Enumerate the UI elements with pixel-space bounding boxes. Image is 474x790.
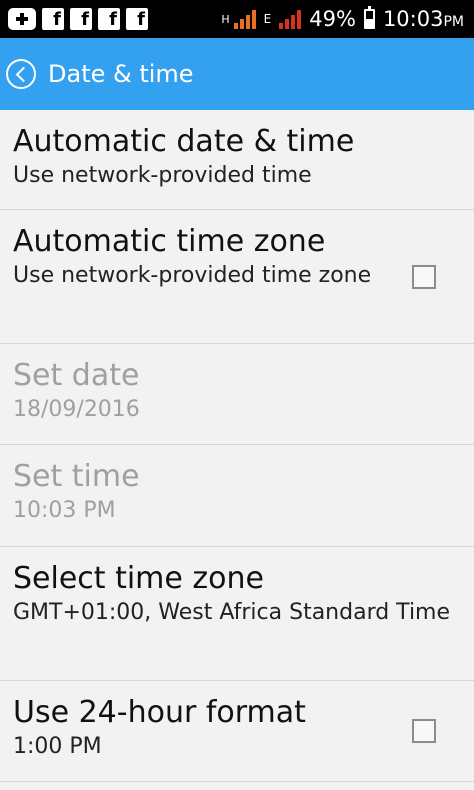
notification-icons: f f f f (8, 8, 148, 30)
page-title: Date & time (48, 60, 194, 88)
system-icons: H E 49% 10:03PM (221, 6, 464, 31)
setting-automatic-date-time[interactable]: Automatic date & time Use network-provid… (0, 110, 474, 210)
automatic-time-zone-checkbox[interactable] (412, 264, 436, 289)
setting-automatic-time-zone[interactable]: Automatic time zone Use network-provided… (0, 210, 474, 344)
setting-summary: 10:03 PM (13, 498, 116, 523)
battery-percent: 49% (309, 7, 356, 31)
setting-title: Use 24-hour format (13, 695, 306, 730)
setting-summary: 18/09/2016 (13, 397, 140, 422)
setting-title: Set date (13, 358, 140, 393)
battery-icon (363, 6, 375, 29)
setting-title: Automatic date & time (13, 124, 355, 159)
signal-strength-icon (279, 9, 302, 29)
setting-title: Automatic time zone (13, 224, 326, 259)
setting-select-time-zone[interactable]: Select time zone GMT+01:00, West Africa … (0, 547, 474, 681)
network-type-h: H (221, 12, 230, 26)
status-bar: f f f f H E 49% 10:03PM (0, 0, 474, 38)
facebook-icon: f (42, 8, 64, 30)
setting-set-time: Set time 10:03 PM (0, 445, 474, 547)
settings-list: Automatic date & time Use network-provid… (0, 110, 474, 782)
setting-summary: Use network-provided time zone (13, 263, 372, 288)
status-clock: 10:03PM (382, 7, 464, 31)
setting-title: Set time (13, 459, 140, 494)
facebook-icon: f (98, 8, 120, 30)
setting-title: Select time zone (13, 561, 264, 596)
setting-summary: Use network-provided time (13, 163, 312, 188)
back-icon[interactable] (6, 59, 36, 89)
network-type-e: E (263, 12, 272, 26)
setting-set-date: Set date 18/09/2016 (0, 344, 474, 445)
add-icon (8, 8, 36, 30)
signal-strength-icon (233, 9, 256, 29)
setting-use-24-hour-format[interactable]: Use 24-hour format 1:00 PM (0, 681, 474, 782)
setting-summary: GMT+01:00, West Africa Standard Time (13, 600, 451, 625)
setting-summary: 1:00 PM (13, 734, 102, 759)
facebook-icon: f (70, 8, 92, 30)
app-bar: Date & time (0, 38, 474, 110)
facebook-icon: f (126, 8, 148, 30)
use-24-hour-format-checkbox[interactable] (412, 719, 436, 743)
